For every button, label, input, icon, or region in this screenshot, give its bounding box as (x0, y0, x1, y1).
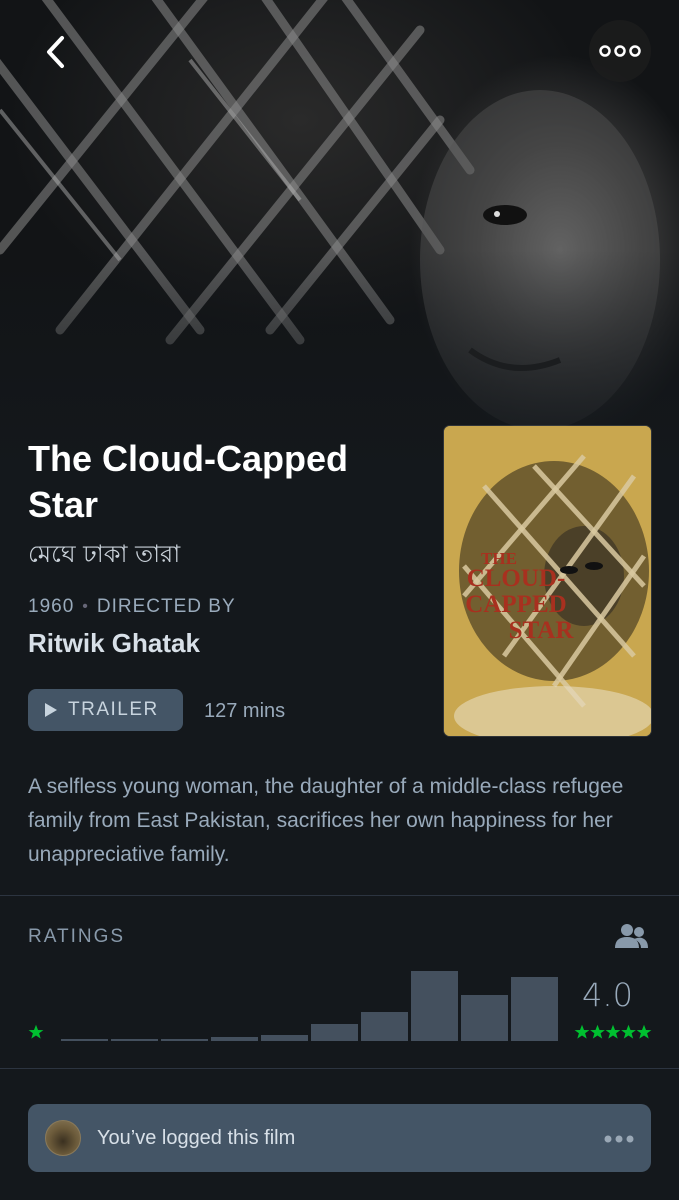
more-options-button[interactable] (589, 20, 651, 82)
five-stars-icon (574, 1024, 652, 1039)
backdrop-image (0, 0, 679, 480)
poster-artwork: THE CLOUD- CAPPED STAR (444, 426, 651, 736)
average-rating[interactable]: 4.0 (560, 976, 655, 1014)
poster-title-line-3: CAPPED (465, 591, 566, 618)
logged-status-text: You’ve logged this film (97, 1127, 296, 1149)
ratings-label: RATINGS (28, 926, 126, 947)
histogram-bar[interactable] (461, 995, 508, 1041)
divider (0, 895, 679, 896)
runtime: 127 mins (204, 700, 286, 722)
poster-title-line-2: CLOUD- (467, 565, 566, 592)
histogram-bar[interactable] (211, 1037, 258, 1041)
histogram-bar[interactable] (511, 977, 558, 1041)
members-icon[interactable] (614, 922, 650, 950)
poster-title-line-4: STAR (509, 617, 575, 644)
more-dots-icon[interactable] (604, 1135, 634, 1143)
play-icon (45, 703, 57, 717)
back-button[interactable] (30, 26, 82, 78)
histogram-bar[interactable] (61, 1039, 108, 1041)
release-year[interactable]: 1960 (28, 596, 74, 618)
directed-by-label: DIRECTED BY (96, 596, 236, 617)
film-poster[interactable]: THE CLOUD- CAPPED STAR (444, 426, 651, 736)
histogram-bar[interactable] (311, 1024, 358, 1041)
more-dots-icon (599, 45, 641, 57)
histogram-bar[interactable] (261, 1035, 308, 1041)
director-name[interactable]: Ritwik Ghatak (28, 628, 200, 659)
original-title: মেঘে ঢাকা তারা (28, 540, 181, 568)
trailer-button[interactable]: TRAILER (28, 689, 183, 731)
synopsis: A selfless young woman, the daughter of … (28, 775, 624, 866)
histogram-bar[interactable] (361, 1012, 408, 1041)
star-icon (28, 1024, 44, 1039)
histogram-bar[interactable] (411, 971, 458, 1041)
histogram-bar[interactable] (111, 1039, 158, 1041)
trailer-label: TRAILER (68, 699, 159, 720)
film-title: The Cloud-Capped Star (28, 438, 348, 525)
avatar[interactable] (45, 1120, 81, 1156)
chevron-left-icon (47, 36, 64, 68)
film-meta: 1960 • DIRECTED BY (28, 596, 236, 618)
logged-film-bar[interactable]: You’ve logged this film (28, 1104, 651, 1172)
histogram-bar[interactable] (161, 1039, 208, 1041)
divider (0, 1068, 679, 1069)
separator-dot: • (82, 598, 89, 615)
